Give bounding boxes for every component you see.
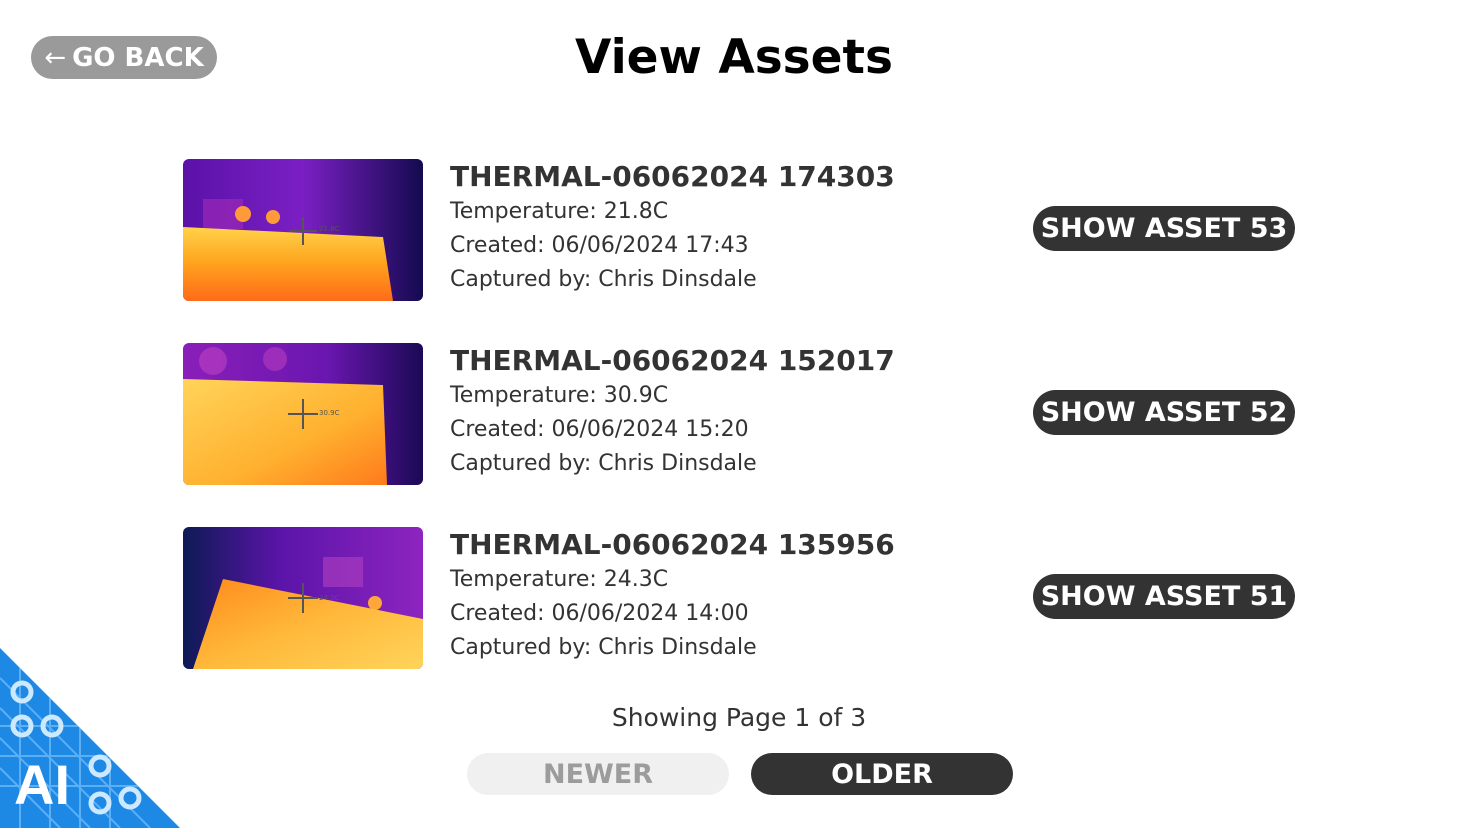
thermal-thumbnail: 21.8C	[183, 159, 423, 301]
ai-badge-logo: AI	[0, 648, 180, 829]
asset-list-item: 21.8C THERMAL-06062024 174303 Temperatur…	[183, 159, 1295, 301]
newer-button[interactable]: NEWER	[467, 753, 729, 795]
page-status: Showing Page 1 of 3	[611, 703, 867, 732]
asset-created: Created: 06/06/2024 14:00	[450, 601, 749, 626]
asset-created: Created: 06/06/2024 17:43	[450, 233, 749, 258]
page-title: View Assets	[575, 30, 893, 85]
asset-temperature: Temperature: 21.8C	[450, 199, 669, 224]
asset-info: THERMAL-06062024 152017 Temperature: 30.…	[450, 343, 895, 481]
asset-info: THERMAL-06062024 174303 Temperature: 21.…	[450, 159, 895, 297]
thermal-thumbnail: 24.3C	[183, 527, 423, 669]
asset-name: THERMAL-06062024 174303	[450, 160, 895, 193]
asset-captured-by: Captured by: Chris Dinsdale	[450, 451, 757, 476]
asset-name: THERMAL-06062024 152017	[450, 344, 895, 377]
asset-captured-by: Captured by: Chris Dinsdale	[450, 635, 757, 660]
show-asset-button[interactable]: SHOW ASSET 53	[1033, 206, 1295, 251]
asset-temperature: Temperature: 24.3C	[450, 567, 669, 592]
asset-temperature: Temperature: 30.9C	[450, 383, 669, 408]
asset-captured-by: Captured by: Chris Dinsdale	[450, 267, 757, 292]
asset-created: Created: 06/06/2024 15:20	[450, 417, 749, 442]
older-button[interactable]: OLDER	[751, 753, 1013, 795]
ai-badge-label: AI	[14, 753, 70, 816]
thumb-reading: 24.3C	[319, 594, 340, 602]
asset-name: THERMAL-06062024 135956	[450, 528, 895, 561]
thumb-reading: 30.9C	[319, 409, 340, 417]
asset-info: THERMAL-06062024 135956 Temperature: 24.…	[450, 527, 895, 665]
show-asset-button[interactable]: SHOW ASSET 51	[1033, 574, 1295, 619]
thumb-reading: 21.8C	[319, 225, 340, 233]
thermal-thumbnail: 30.9C	[183, 343, 423, 485]
asset-list-item: 30.9C THERMAL-06062024 152017 Temperatur…	[183, 343, 1295, 485]
show-asset-button[interactable]: SHOW ASSET 52	[1033, 390, 1295, 435]
asset-list-item: 24.3C THERMAL-06062024 135956 Temperatur…	[183, 527, 1295, 669]
